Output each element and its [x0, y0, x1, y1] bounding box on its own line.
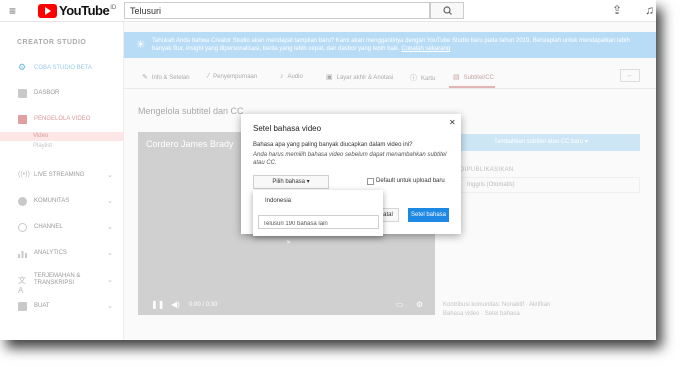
- tab-cards[interactable]: ⓘ Kartu: [410, 73, 435, 83]
- video-title: Cordero James Brady: [146, 139, 234, 149]
- loading-spinner-icon: ◔: [283, 234, 292, 250]
- chevron-down-icon: ⌄: [107, 250, 113, 257]
- volume-icon[interactable]: ◀): [171, 300, 180, 309]
- tab-subtitles[interactable]: ▤ Subtitel/CC: [453, 73, 494, 81]
- translate-icon: 文A: [18, 276, 26, 295]
- video-manager-icon: [18, 115, 27, 124]
- sparkle-icon: ✳: [136, 39, 146, 51]
- time-display: 0:00 / 0:30: [189, 302, 218, 308]
- tab-info-settings[interactable]: ✎ Info & Setelan: [142, 73, 190, 81]
- tab-end-screen[interactable]: ▣ Layar akhir & Anotasi: [326, 73, 393, 81]
- create-icon: [18, 302, 27, 311]
- add-subtitle-button[interactable]: Tambahkan subtitel atau CC baru ▾: [442, 134, 640, 151]
- community-icon: [18, 197, 27, 206]
- settings-gear-icon[interactable]: ⚙: [416, 300, 423, 309]
- country-code: ID: [110, 4, 117, 11]
- video-language-text: Bahasa video · Setel bahasa: [443, 311, 520, 317]
- wand-icon: ⁄: [208, 73, 210, 80]
- sidebar-section-title: CREATOR STUDIO: [17, 39, 87, 46]
- pencil-icon: ✎: [142, 74, 148, 81]
- pause-icon[interactable]: ❚❚: [151, 300, 164, 309]
- search-input[interactable]: [124, 2, 430, 19]
- sidebar-item-label: COBA STUDIO BETA: [34, 65, 92, 71]
- tab-audio[interactable]: ♪ Audio: [280, 73, 303, 80]
- community-contribution-text: Kontribusi komunitas: Nonaktif · Aktifka…: [443, 302, 551, 308]
- menu-icon[interactable]: ≡: [9, 4, 16, 18]
- back-button[interactable]: ←: [620, 69, 640, 82]
- sidebar-item-label: CHANNEL: [34, 224, 63, 230]
- notice-text: Tahukah Anda bahwa Creator Studio akan m…: [152, 37, 642, 53]
- set-language-button[interactable]: Setel bahasa: [408, 208, 449, 222]
- language-dropdown: Indonesia: [253, 190, 383, 236]
- sidebar-item-analytics[interactable]: ANALYTICS ⌄: [0, 247, 124, 261]
- gear-icon: ⚙: [18, 62, 27, 72]
- chevron-down-icon: ⌄: [107, 277, 113, 284]
- analytics-icon: [18, 249, 27, 258]
- dialog-hint: Anda harus memilih bahasa video sebelum …: [253, 152, 447, 166]
- sidebar-subitem-video[interactable]: Video: [0, 132, 124, 141]
- published-section-label: DIPUBLIKASIKAN: [460, 167, 514, 173]
- sidebar-item-label: ANALYTICS: [34, 250, 67, 256]
- player-controls: ❚❚ ◀) 0:00 / 0:30 ▭ ⚙: [138, 295, 435, 315]
- live-icon: ((•)): [18, 171, 30, 178]
- channel-icon: [18, 223, 27, 232]
- sidebar-item-create[interactable]: BUAT ⌄: [0, 300, 124, 314]
- sidebar-item-studio-beta[interactable]: ⚙ COBA STUDIO BETA: [0, 62, 124, 76]
- dialog-question: Bahasa apa yang paling banyak diucapkan …: [253, 142, 413, 148]
- top-bar: ≡ YouTube ID ⇪ ♫: [0, 0, 656, 22]
- sidebar: CREATOR STUDIO ⚙ COBA STUDIO BETA DASBOR…: [0, 22, 124, 340]
- youtube-logo[interactable]: YouTube ID: [38, 3, 116, 18]
- upload-icon[interactable]: ⇪: [612, 3, 622, 17]
- sidebar-item-translation[interactable]: 文A TERJEMAHAN & TRANSKRIPSI ⌄: [0, 272, 124, 295]
- sidebar-item-label: BUAT: [34, 303, 50, 309]
- sidebar-item-label: KOMUNITAS: [34, 198, 70, 204]
- chevron-down-icon: ⌄: [107, 224, 113, 231]
- default-upload-label: Default untuk upload baru: [376, 178, 445, 184]
- chevron-down-icon: ⌄: [107, 172, 113, 179]
- chevron-down-icon: ⌄: [107, 198, 113, 205]
- notice-message: Tahukah Anda bahwa Creator Studio akan m…: [152, 38, 630, 52]
- sidebar-item-label: LIVE STREAMING: [34, 172, 85, 178]
- music-icon: ♪: [280, 73, 284, 80]
- search-icon: [443, 6, 452, 15]
- studio-notice-banner: ✳ Tahukah Anda bahwa Creator Studio akan…: [124, 32, 656, 58]
- studio-window: ≡ YouTube ID ⇪ ♫ CREATOR STUDIO ⚙ COBA S…: [0, 0, 656, 340]
- sidebar-item-label: DASBOR: [34, 90, 60, 96]
- published-track-row[interactable]: Inggris (Otomatis): [442, 177, 640, 193]
- sidebar-item-label-line2: TRANSKRIPSI: [34, 280, 75, 286]
- sidebar-item-video-manager[interactable]: PENGELOLA VIDEO: [0, 113, 124, 127]
- sidebar-item-channel[interactable]: CHANNEL ⌄: [0, 221, 124, 235]
- endscreen-icon: ▣: [326, 74, 333, 81]
- video-editor-tabs: ✎ Info & Setelan ⁄ Penyempurnaan ♪ Audio ▣ L…: [124, 66, 656, 89]
- dashboard-icon: [18, 89, 27, 98]
- bell-icon[interactable]: ♫: [645, 3, 654, 17]
- language-select-button[interactable]: Pilih bahasa ▾: [253, 175, 329, 189]
- default-upload-checkbox[interactable]: [367, 178, 374, 185]
- language-search-input[interactable]: [258, 215, 379, 229]
- close-icon[interactable]: ✕: [449, 118, 456, 127]
- play-logo-icon: [38, 3, 57, 18]
- page-title: Mengelola subtitel dan CC: [138, 106, 244, 116]
- sidebar-item-label: TERJEMAHAN &: [34, 273, 81, 279]
- active-tab-indicator: [449, 86, 495, 88]
- sidebar-item-live[interactable]: ((•)) LIVE STREAMING ⌄: [0, 169, 124, 183]
- subtitles-icon: ▤: [453, 74, 460, 81]
- language-option[interactable]: Indonesia: [265, 198, 291, 204]
- chevron-down-icon: ⌄: [107, 303, 113, 310]
- sidebar-item-community[interactable]: KOMUNITAS ⌄: [0, 195, 124, 209]
- dialog-title: Setel bahasa video: [253, 124, 322, 133]
- arrow-left-icon: ←: [626, 72, 634, 79]
- sidebar-subitem-playlist[interactable]: Playlist: [0, 142, 124, 151]
- notice-link[interactable]: Cobalah sekarang: [402, 46, 451, 52]
- sidebar-item-label: PENGELOLA VIDEO: [34, 116, 91, 122]
- search-button[interactable]: [430, 2, 464, 19]
- sidebar-item-dashboard[interactable]: DASBOR: [0, 87, 124, 101]
- captions-icon[interactable]: ▭: [396, 300, 404, 309]
- tab-enhancements[interactable]: ⁄ Penyempurnaan: [208, 73, 257, 80]
- info-icon: ⓘ: [410, 75, 417, 82]
- brand-name: YouTube: [59, 3, 110, 18]
